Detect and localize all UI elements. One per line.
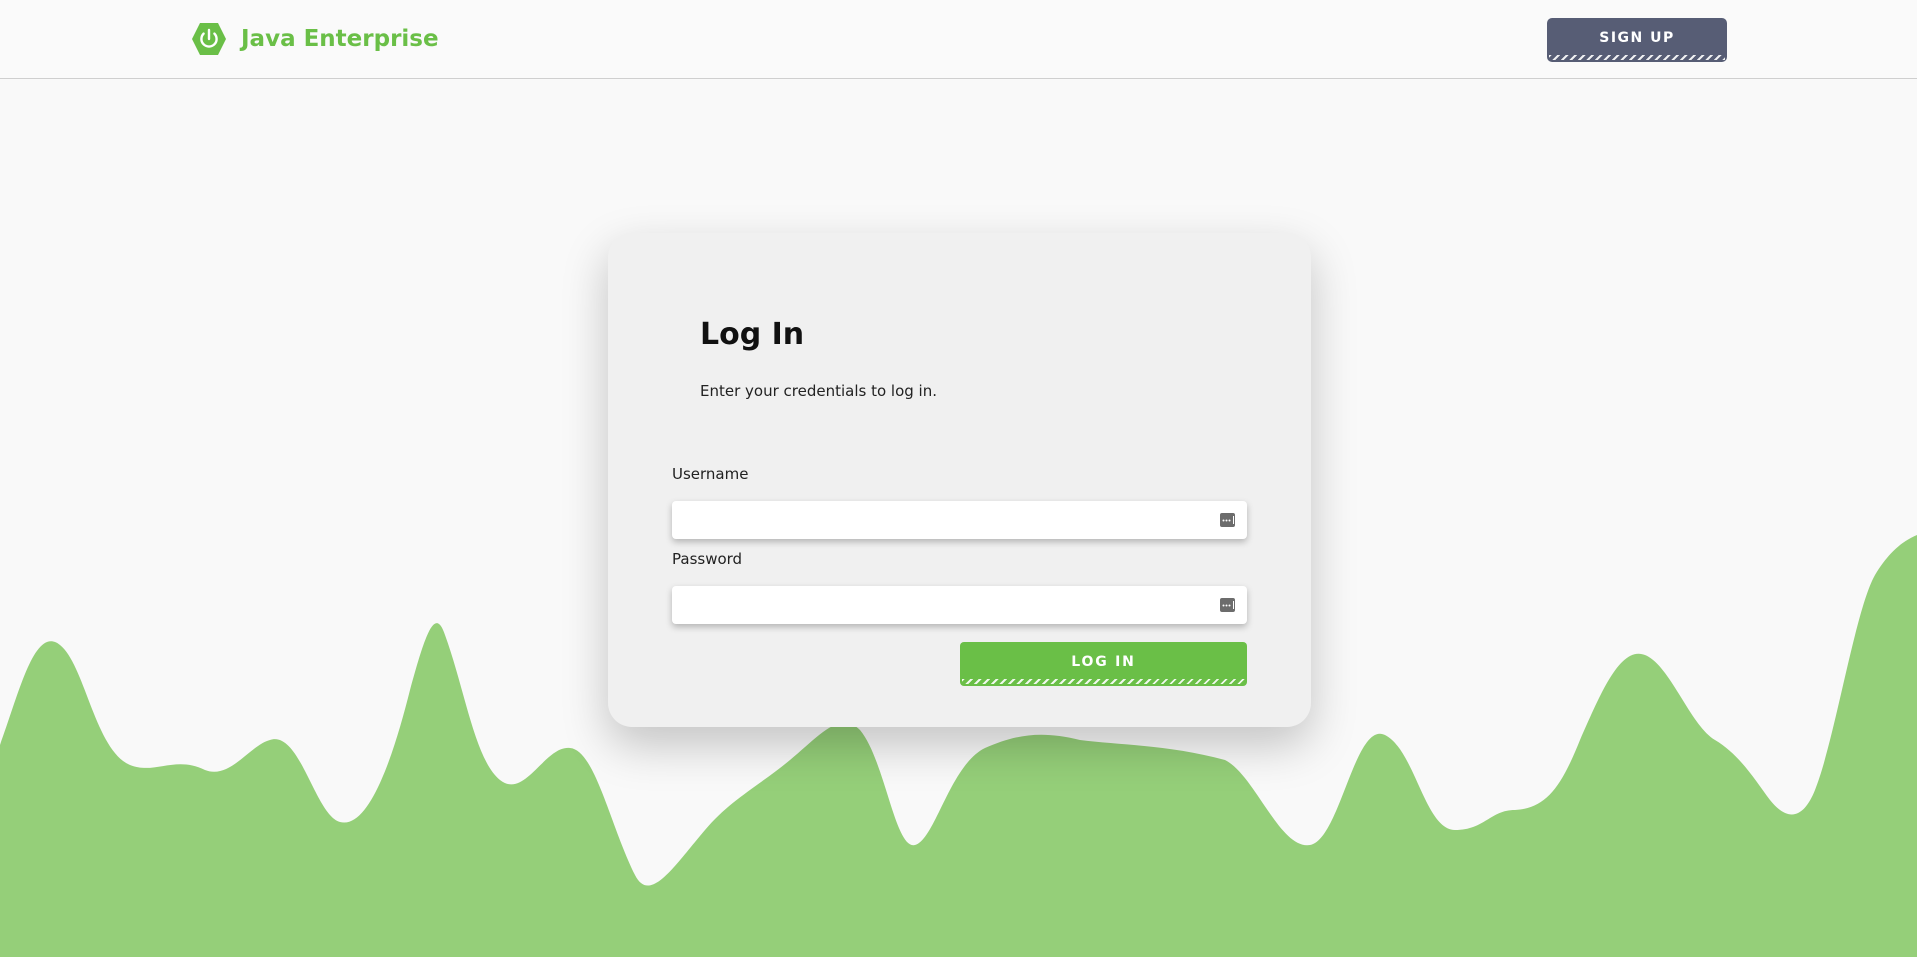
password-input[interactable] (672, 586, 1247, 624)
log-in-button[interactable]: LOG IN (960, 642, 1247, 686)
username-label: Username (672, 465, 749, 483)
password-label: Password (672, 550, 743, 568)
login-card: Log In Enter your credentials to log in.… (608, 233, 1311, 727)
log-in-label: LOG IN (1071, 654, 1136, 670)
login-page: Java Enterprise SIGN UP Log In Enter you… (0, 0, 1917, 957)
password-field-wrapper (672, 586, 1247, 624)
power-hexagon-icon (192, 23, 226, 55)
top-navbar: Java Enterprise SIGN UP (0, 0, 1917, 79)
sign-up-label: SIGN UP (1599, 30, 1675, 46)
button-stripe-decoration (1549, 55, 1725, 60)
button-stripe-decoration (962, 679, 1245, 684)
password-dots-icon[interactable] (1220, 598, 1235, 612)
login-subtitle: Enter your credentials to log in. (700, 382, 937, 400)
page-title: Log In (700, 317, 805, 352)
password-dots-icon[interactable] (1220, 513, 1235, 527)
username-field-wrapper (672, 501, 1247, 539)
brand-name: Java Enterprise (241, 26, 439, 52)
brand[interactable]: Java Enterprise (191, 21, 439, 57)
username-input[interactable] (672, 501, 1247, 539)
sign-up-button[interactable]: SIGN UP (1547, 18, 1727, 62)
